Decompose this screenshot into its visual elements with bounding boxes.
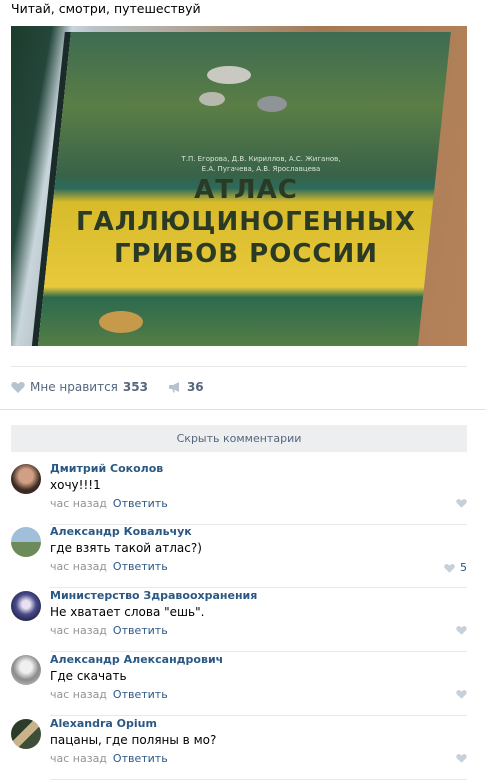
comment-item: Александр Ковальчук где взять такой атла… xyxy=(11,525,467,588)
comment-text: где взять такой атлас?) xyxy=(50,541,202,555)
comment-time[interactable]: час назад xyxy=(50,624,107,637)
divider xyxy=(50,651,467,652)
reply-link[interactable]: Ответить xyxy=(113,688,168,701)
like-label: Мне нравится xyxy=(30,380,118,394)
book-title-line: ГРИБОВ РОССИИ xyxy=(113,239,378,269)
comment-author[interactable]: Министерство Здравоохранения xyxy=(50,589,257,602)
share-button[interactable]: 36 xyxy=(168,380,204,394)
like-count: 353 xyxy=(122,380,148,394)
mushroom-image xyxy=(199,92,225,106)
post-photo[interactable]: Т.П. Егорова, Д.В. Кириллов, А.С. Жигано… xyxy=(11,26,467,346)
post-actions: Мне нравится 353 36 xyxy=(11,367,204,407)
heart-icon xyxy=(456,499,467,508)
comment-time[interactable]: час назад xyxy=(50,497,107,510)
reply-link[interactable]: Ответить xyxy=(113,624,168,637)
comment-author[interactable]: Александр Александрович xyxy=(50,653,223,666)
book-title-line: ГАЛЛЮЦИНОГЕННЫХ xyxy=(76,207,416,237)
heart-icon xyxy=(444,563,455,573)
comment-text: хочу!!!1 xyxy=(50,478,101,492)
avatar[interactable] xyxy=(11,591,41,621)
like-button[interactable]: Мне нравится 353 xyxy=(11,380,148,394)
hide-comments-button[interactable]: Скрыть комментарии xyxy=(11,425,467,452)
mushroom-image xyxy=(99,311,143,333)
share-count: 36 xyxy=(186,380,204,394)
comment-author[interactable]: Александр Ковальчук xyxy=(50,525,192,538)
comment-item: Александр Александрович Где скачать час … xyxy=(11,653,467,716)
comment-like-button[interactable] xyxy=(451,689,467,699)
mushroom-image xyxy=(207,66,251,84)
heart-icon xyxy=(456,690,467,699)
comment-text: Где скачать xyxy=(50,669,127,683)
comment-text: пацаны, где поляны в мо? xyxy=(50,733,217,747)
comment-author[interactable]: Дмитрий Соколов xyxy=(50,462,163,475)
avatar[interactable] xyxy=(11,527,41,557)
megaphone-icon xyxy=(168,382,179,393)
book-title-line: АТЛАС xyxy=(194,175,298,205)
comment-meta: час назад Ответить xyxy=(50,497,168,510)
comment-like-button[interactable] xyxy=(451,625,467,635)
comment-item: Дмитрий Соколов хочу!!!1 час назад Ответи… xyxy=(11,462,467,525)
heart-icon xyxy=(456,626,467,635)
comment-time[interactable]: час назад xyxy=(50,688,107,701)
reply-link[interactable]: Ответить xyxy=(113,752,168,765)
reply-link[interactable]: Ответить xyxy=(113,560,168,573)
comment-meta: час назад Ответить xyxy=(50,752,168,765)
book-title: АТЛАС ГАЛЛЮЦИНОГЕННЫХ ГРИБОВ РОССИИ xyxy=(66,174,426,270)
book-authors: Т.П. Егорова, Д.В. Кириллов, А.С. Жигано… xyxy=(141,154,381,174)
comment-item: Alexandra Opium пацаны, где поляны в мо?… xyxy=(11,717,467,780)
book-authors-line: Е.А. Пугачева, А.В. Ярославцева xyxy=(201,165,321,173)
comment-item: Министерство Здравоохранения Не хватает … xyxy=(11,589,467,652)
comment-time[interactable]: час назад xyxy=(50,560,107,573)
mushroom-image xyxy=(257,96,287,112)
book-authors-line: Т.П. Егорова, Д.В. Кириллов, А.С. Жигано… xyxy=(181,155,341,163)
comment-meta: час назад Ответить xyxy=(50,624,168,637)
divider xyxy=(0,409,486,410)
divider xyxy=(50,715,467,716)
divider xyxy=(50,587,467,588)
comment-meta: час назад Ответить xyxy=(50,560,168,573)
comment-author[interactable]: Alexandra Opium xyxy=(50,717,157,730)
comment-text: Не хватает слова "ешь". xyxy=(50,605,205,619)
post-text: Читай, смотри, путешествуй xyxy=(11,1,201,16)
avatar[interactable] xyxy=(11,719,41,749)
avatar[interactable] xyxy=(11,655,41,685)
comment-time[interactable]: час назад xyxy=(50,752,107,765)
comment-like-button[interactable]: 5 xyxy=(444,561,467,574)
comment-like-count: 5 xyxy=(460,561,467,574)
comment-like-button[interactable] xyxy=(451,498,467,508)
heart-icon xyxy=(456,754,467,763)
avatar[interactable] xyxy=(11,464,41,494)
comment-like-button[interactable] xyxy=(451,753,467,763)
heart-icon xyxy=(11,382,25,393)
reply-link[interactable]: Ответить xyxy=(113,497,168,510)
comment-meta: час назад Ответить xyxy=(50,688,168,701)
